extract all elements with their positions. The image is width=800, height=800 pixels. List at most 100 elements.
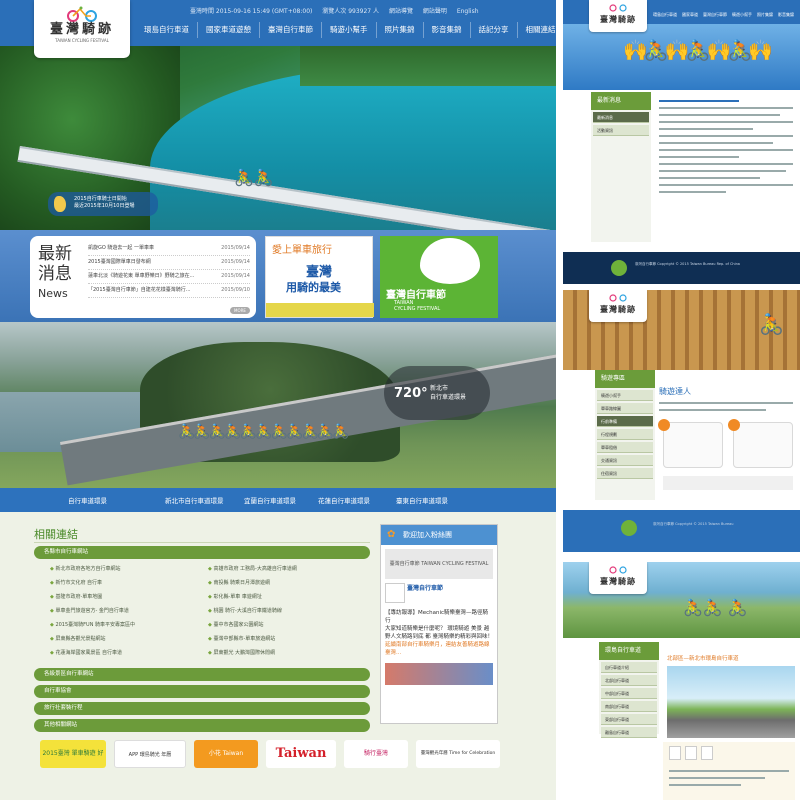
nav-item-share[interactable]: 話記分享 [471, 22, 518, 38]
partner-logo[interactable]: 2015臺灣 單車騎遊 好聲 [40, 740, 106, 768]
related-link[interactable]: 屏東縣各觀光景點網站 [50, 635, 105, 642]
related-link[interactable]: 花蓮海岸國家風景區 自行車道 [50, 649, 122, 656]
heart-icon [420, 238, 480, 284]
helper-card[interactable] [728, 419, 793, 468]
sidebar-item[interactable]: 東部自行車道 [601, 714, 657, 725]
hero-promo-line2: 最近2015年10月10日登場 [74, 203, 135, 209]
thumb1-logo[interactable]: 臺灣騎跡 [589, 0, 647, 32]
sidebar-item[interactable]: 中部自行車道 [601, 688, 657, 699]
thumbnail-icon[interactable] [685, 746, 697, 760]
sidebar-item[interactable]: 活動資訊 [593, 125, 649, 136]
partner-logos: 2015臺灣 單車騎遊 好聲 APP 環島騎光 年曆 小花 Taiwan Tai… [40, 740, 500, 770]
nav-item-helper[interactable]: 騎遊小幫手 [322, 22, 377, 38]
partner-logo[interactable]: 騎行臺灣 [344, 740, 408, 768]
related-link[interactable]: 2015臺灣騎FUN 騎車平安專案區中 [50, 621, 135, 628]
nav-item-national[interactable]: 國家車道遊憩 [198, 22, 260, 38]
sidebar-item[interactable]: 單車租借 [597, 442, 653, 453]
sidebar-item[interactable]: 行程規劃 [597, 429, 653, 440]
fan-page-banner[interactable]: 臺灣自行車節 TAIWAN CYCLING FESTIVAL [385, 549, 493, 579]
partner-logo[interactable]: 臺灣觀光年曆 Time for Celebration [416, 740, 500, 768]
page-title: 北部區—新北市環島自行車道 [667, 656, 739, 662]
sitemap-link[interactable]: 網站導覽 [389, 8, 413, 15]
sidebar-item[interactable]: 最新消息 [593, 112, 649, 123]
partner-logo[interactable]: APP 環島騎光 年曆 [114, 740, 186, 768]
related-link[interactable]: 南投縣 騎乘日月潭旅遊網 [208, 579, 270, 586]
link-group-travel[interactable]: 旅行社套裝行程 [34, 702, 370, 715]
ad1-line3: 用騎的最美 [286, 281, 341, 294]
vr-degree: 720° [394, 386, 428, 401]
sidebar-item[interactable]: 交通資訊 [597, 455, 653, 466]
nav-item-videos[interactable]: 影音集錦 [424, 22, 471, 38]
news-page-thumbnail: 環島自行車道 國家車道 臺灣自行車節 騎遊小幫手 照片集錦 影音集錦 🙌🚴🙌🚴🙌🚴🙌 臺灣… [563, 0, 800, 284]
related-link[interactable]: 單車金門旅遊官方- 金門自行車道 [50, 607, 128, 614]
related-link[interactable]: 臺中市各國家公園網站 [208, 621, 263, 628]
sidebar-header: 最新消息 [591, 92, 651, 110]
site-logo[interactable]: 臺灣騎跡 TAIWAN CYCLING FESTIVAL [34, 0, 130, 58]
thumbnail-icon[interactable] [669, 746, 681, 760]
sidebar-header: 騎遊專區 [595, 370, 655, 388]
sidebar-item[interactable]: 單車路線圖 [597, 403, 653, 414]
thumb1-article-text [659, 100, 793, 198]
ad1-line1: 愛上單車旅行 [272, 245, 332, 256]
sidebar-item[interactable]: 離島自行車道 [601, 727, 657, 738]
related-link[interactable]: 新竹市文化府 自行車 [50, 579, 102, 586]
fan-page-name[interactable]: 臺灣自行車節 [385, 583, 493, 603]
post-image[interactable] [385, 663, 493, 685]
nav-item-links[interactable]: 相關連結 [518, 22, 557, 38]
sidebar-item[interactable]: 北部自行車道 [601, 675, 657, 686]
sidebar-item[interactable]: 住宿資訊 [597, 468, 653, 479]
route-link-hualien[interactable]: 花蓮自行車道環景 [318, 495, 370, 505]
route-link-newtaipei[interactable]: 新北市自行車道環景 [165, 495, 224, 505]
route-photo[interactable] [667, 666, 795, 738]
thumb2-logo[interactable]: 臺灣騎跡 [589, 290, 647, 322]
link-group-association[interactable]: 自行車協會 [34, 685, 370, 698]
fan-page-header[interactable]: 歡迎加入粉絲團 [381, 525, 497, 545]
route-link-taitung[interactable]: 臺東自行車道環景 [396, 495, 448, 505]
thumbnail-icon[interactable] [701, 746, 713, 760]
thumb1-banner: 🙌🚴🙌🚴🙌🚴🙌 [563, 24, 800, 90]
related-link[interactable]: 基隆市政府-單車地圖 [50, 593, 102, 600]
sidebar-header: 環島自行車道 [599, 642, 659, 660]
related-link[interactable]: 新北市政府各地方自行車網站 [50, 565, 120, 572]
cyclist-icon: 🚴 [759, 312, 784, 336]
thumb1-nav: 環島自行車道 國家車道 臺灣自行車節 騎遊小幫手 照片集錦 影音集錦 [653, 12, 794, 17]
link-group-scenic[interactable]: 各級景區自行車網站 [34, 668, 370, 681]
helper-card[interactable] [658, 419, 723, 468]
related-link[interactable]: 彰化縣-單車 車遊網址 [208, 593, 261, 600]
ad-cycling-festival[interactable]: 臺灣自行車節 TAIWAN CYCLING FESTIVAL [380, 236, 498, 318]
news-item[interactable]: 凱旋GO 騎遊去一起 一單車車 2015/09/14 [88, 242, 250, 256]
related-link[interactable]: 桃園 騎行-大溪自行車鐵道騎線 [208, 607, 281, 614]
news-item[interactable]: 「2015臺灣自行車節」自建花花樣臺灣騎行... 2015/09/10 [88, 284, 250, 298]
link-group-other[interactable]: 其他相關網站 [34, 719, 370, 732]
link-group-city[interactable]: 各縣市自行車網站 [34, 546, 370, 559]
sidebar-item[interactable]: 騎遊小幫手 [597, 390, 653, 401]
related-link[interactable]: 屏東觀光 大鵬灣國際休閒網 [208, 649, 275, 656]
sidebar-item[interactable]: 自行車道介紹 [601, 662, 657, 673]
partner-logo[interactable]: 小花 Taiwan [194, 740, 258, 768]
hero-promo[interactable]: 2015自行車騎士日開始 最近2015年10月10日登場 [48, 192, 158, 216]
cyclists-icon: 🚴🚴 🚴 [683, 598, 748, 617]
footer-text: 臺灣自行車節 Copyright © 2015 Taiwan Bureau [653, 522, 734, 526]
statement-link[interactable]: 網站聲明 [423, 8, 447, 15]
sidebar-item[interactable]: 南部自行車道 [601, 701, 657, 712]
route-link-yilan[interactable]: 宜蘭自行車道環景 [244, 495, 296, 505]
news-list: 凱旋GO 騎遊去一起 一單車車 2015/09/14 2015臺灣國際單車日發布網… [88, 242, 250, 298]
thumb3-logo[interactable]: 臺灣騎跡 [589, 562, 647, 594]
visitor-count: 瀏覽人次 993927 人 [322, 8, 380, 15]
related-link[interactable]: 臺灣中部縣市-單車旅遊網站 [208, 635, 275, 642]
bullet-icon [658, 419, 670, 431]
nav-item-festival[interactable]: 臺灣自行車節 [260, 22, 322, 38]
english-link[interactable]: English [457, 8, 479, 15]
nav-item-routes[interactable]: 環島自行車道 [136, 22, 198, 38]
news-item[interactable]: 蓮車北淡《騎遊花東 單車野樂日》野騎之旅在... 2015/09/14 [88, 270, 250, 284]
vr-360-badge[interactable]: 720° 新北市 自行車道環景 [384, 366, 490, 420]
partner-logo[interactable]: Taiwan [266, 740, 336, 768]
related-link[interactable]: 高雄市政府 工務局-大高雄自行車道網 [208, 565, 296, 572]
post-title[interactable]: 【專訪報導】Mechanic騎樂臺灣—路徑騎行 [385, 609, 493, 625]
bicycle-icon [609, 4, 627, 12]
news-item[interactable]: 2015臺灣國際單車日發布網 2015/09/14 [88, 256, 250, 270]
news-more-button[interactable]: MORE [230, 307, 250, 314]
nav-item-photos[interactable]: 照片集錦 [377, 22, 424, 38]
ad-love-cycling[interactable]: 愛上單車旅行 臺灣 用騎的最美 [265, 236, 374, 318]
sidebar-item[interactable]: 行前準備 [597, 416, 653, 427]
